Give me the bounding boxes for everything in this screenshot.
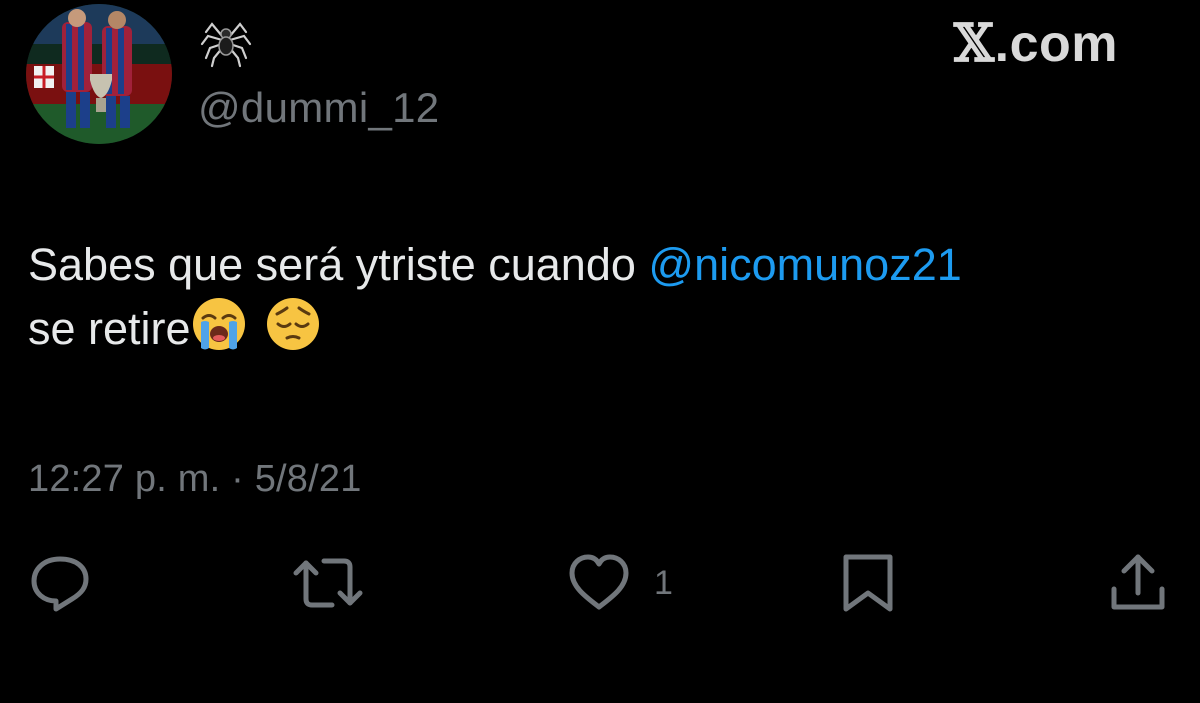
- timestamp-date: 5/8/21: [254, 458, 362, 500]
- x-brand-logo: 𝕏.com: [954, 14, 1118, 74]
- timestamp-time: 12:27: [28, 458, 125, 500]
- share-button[interactable]: [1106, 550, 1170, 616]
- tweet-action-bar: 1: [0, 550, 1200, 620]
- tweet-timestamp[interactable]: 12:27 p. m. · 5/8/21: [28, 455, 362, 503]
- loudly-crying-face-icon: [191, 296, 247, 368]
- x-logo-icon: 𝕏: [953, 13, 995, 74]
- tweet-text: Sabes que será ytriste cuando @nicomunoz…: [28, 234, 1178, 368]
- like-count: 1: [654, 563, 673, 602]
- heart-icon: [569, 554, 629, 610]
- avatar[interactable]: [26, 4, 172, 144]
- share-icon: [1111, 554, 1165, 610]
- display-name-spider-icon[interactable]: 🕷: [198, 12, 258, 72]
- bookmark-button[interactable]: [838, 550, 898, 616]
- reply-button[interactable]: [28, 550, 92, 616]
- user-handle[interactable]: @dummi_12: [198, 84, 439, 132]
- pensive-face-icon: [265, 296, 321, 368]
- retweet-button[interactable]: [292, 550, 364, 616]
- timestamp-separator: ·: [220, 458, 255, 500]
- tweet-text-part-2: se retire: [28, 303, 191, 354]
- bookmark-icon: [843, 554, 893, 612]
- retweet-icon: [293, 558, 363, 608]
- like-button[interactable]: 1: [566, 550, 673, 616]
- reply-icon: [31, 556, 89, 612]
- timestamp-period: p. m.: [134, 458, 221, 500]
- tweet-text-part-1: Sabes que será ytriste cuando: [28, 239, 649, 290]
- brand-domain-suffix: .com: [994, 15, 1118, 73]
- mention-link[interactable]: @nicomunoz21: [648, 239, 961, 290]
